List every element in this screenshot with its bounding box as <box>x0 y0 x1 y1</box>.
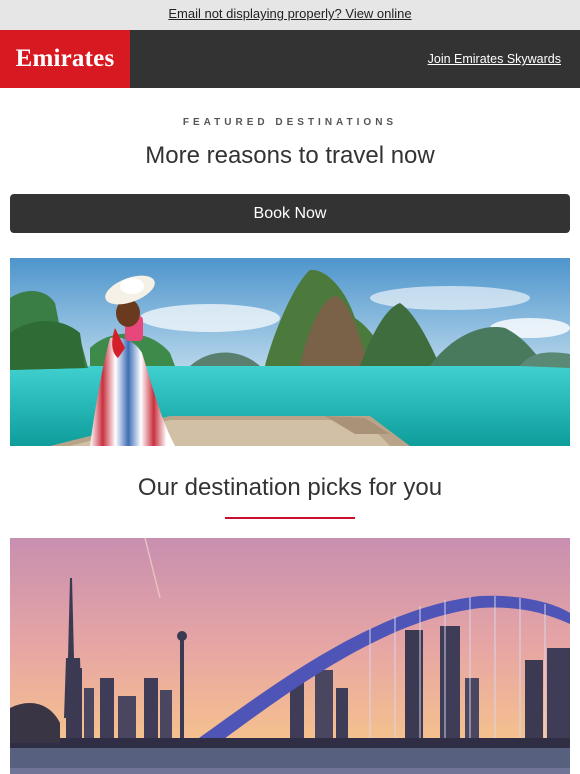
hero-illustration <box>10 258 570 446</box>
hero-image-thailand[interactable] <box>10 258 570 446</box>
dubai-illustration <box>10 538 570 774</box>
picks-section-title: Our destination picks for you <box>137 474 443 501</box>
emirates-logo[interactable]: Emirates <box>0 30 130 88</box>
hero-image-dubai[interactable] <box>10 538 570 774</box>
join-skywards-link[interactable]: Join Emirates Skywards <box>428 30 561 88</box>
section-eyebrow: FEATURED DESTINATIONS <box>182 117 398 128</box>
preheader-bar: Email not displaying properly? View onli… <box>0 0 580 30</box>
header-bar: Emirates Join Emirates Skywards <box>0 30 580 88</box>
page-headline: More reasons to travel now <box>145 142 435 169</box>
view-online-link[interactable]: Email not displaying properly? View onli… <box>168 6 411 21</box>
section-divider <box>225 517 355 519</box>
book-now-button[interactable]: Book Now <box>10 194 570 233</box>
